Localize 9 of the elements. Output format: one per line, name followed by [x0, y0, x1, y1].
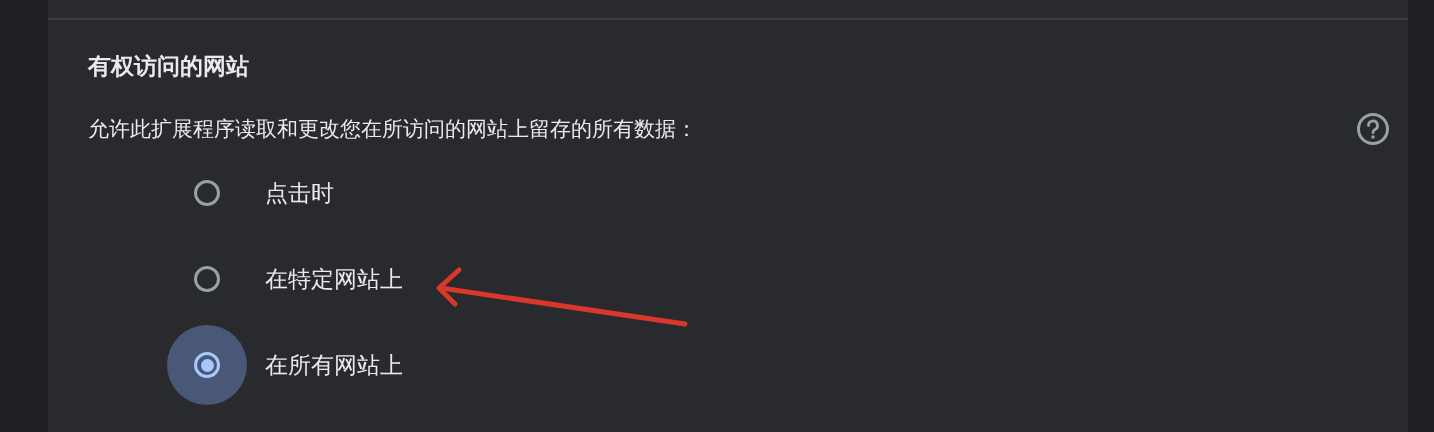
option-label[interactable]: 在所有网站上 — [265, 349, 403, 381]
option-label[interactable]: 点击时 — [265, 177, 334, 209]
section-title: 有权访问的网站 — [88, 52, 250, 81]
radio-button[interactable] — [194, 266, 220, 292]
radio-button[interactable] — [194, 352, 220, 378]
description-text: 允许此扩展程序读取和更改您在所访问的网站上留存的所有数据： — [88, 116, 697, 143]
radio-button[interactable] — [194, 180, 220, 206]
help-icon[interactable] — [1356, 112, 1390, 146]
option-label[interactable]: 在特定网站上 — [265, 263, 403, 295]
